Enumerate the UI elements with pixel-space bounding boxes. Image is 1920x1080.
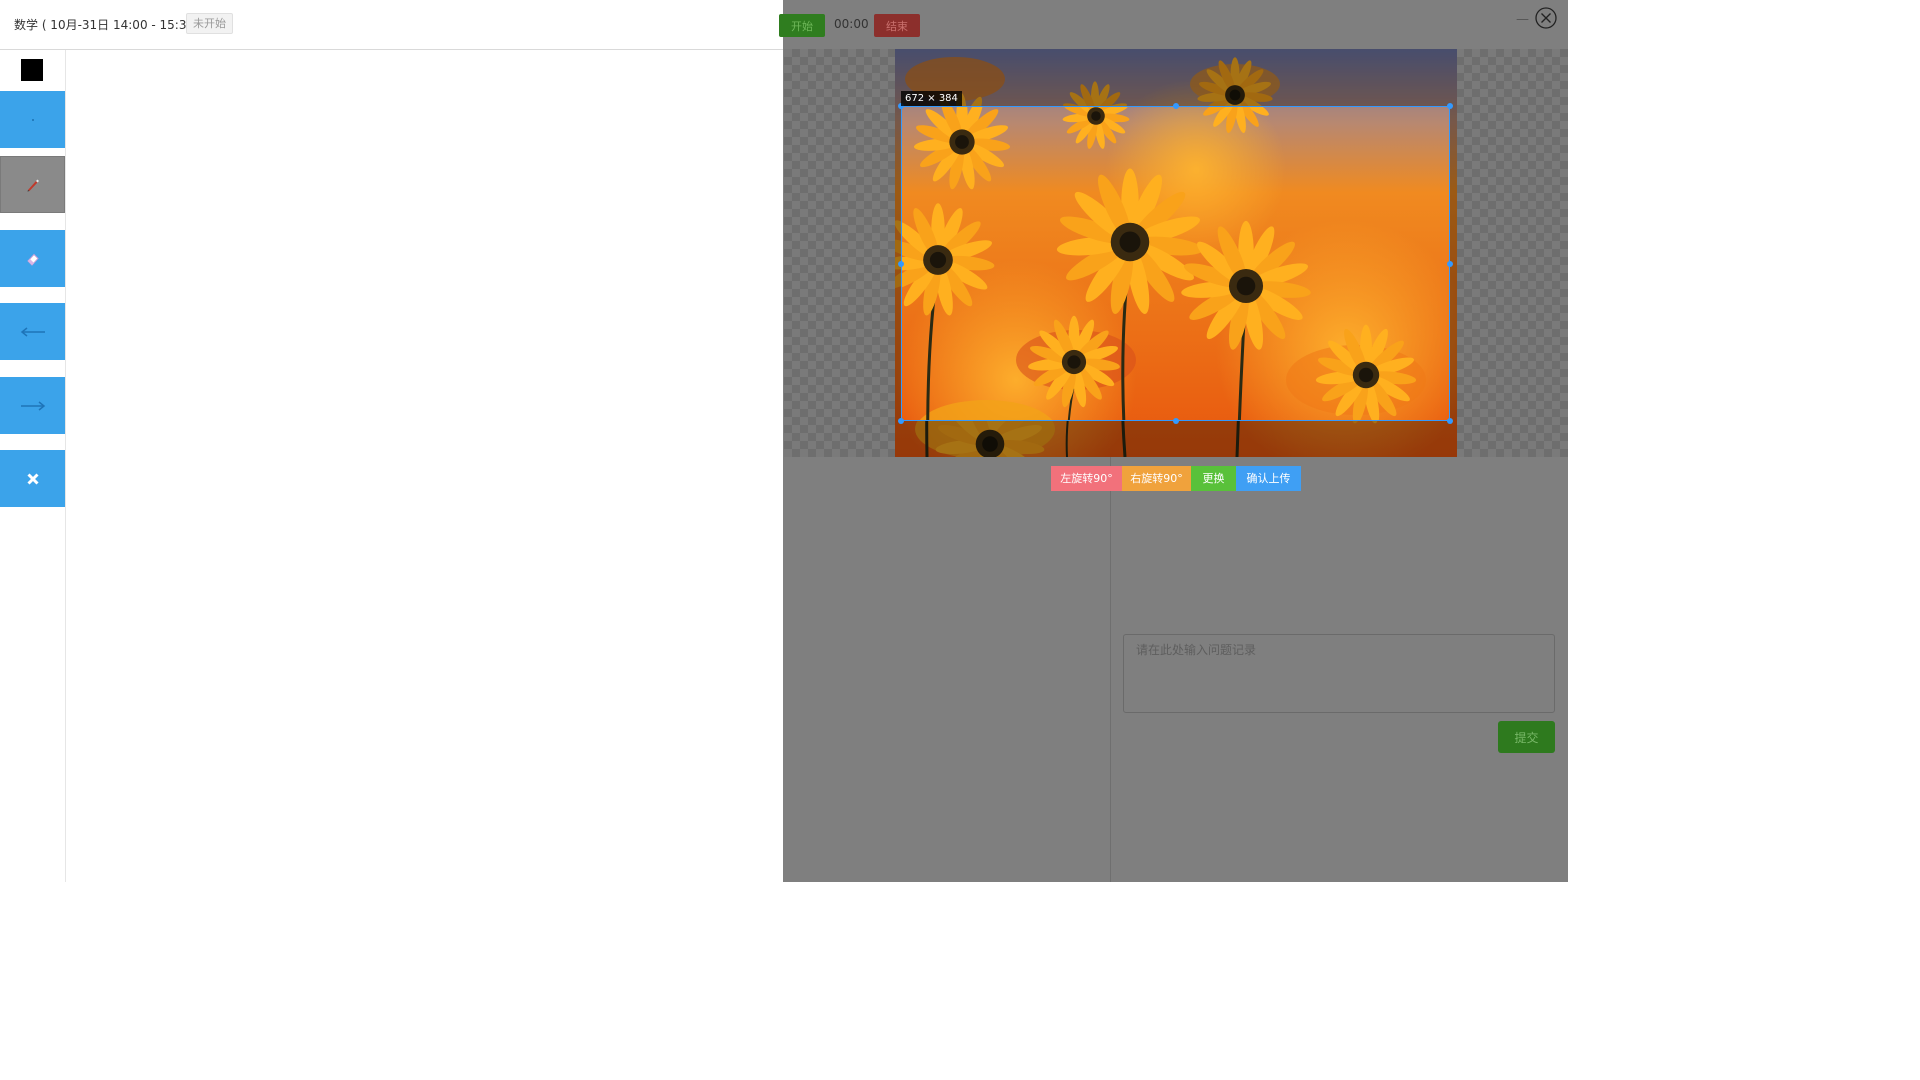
minimize-icon[interactable]: — [1516, 12, 1529, 27]
redo-tool-button[interactable] [0, 377, 65, 434]
crop-size-label: 672 × 384 [901, 91, 962, 106]
arrow-right-icon [20, 400, 45, 411]
timer-display: 00:00 [834, 17, 869, 31]
end-button[interactable]: 结束 [874, 14, 920, 37]
close-icon [26, 472, 39, 485]
pen-icon [27, 179, 39, 191]
color-picker-swatch[interactable] [21, 59, 43, 81]
eraser-tool-button[interactable] [0, 230, 65, 287]
submit-button[interactable]: 提交 [1498, 721, 1555, 753]
replace-image-button[interactable]: 更换 [1191, 466, 1236, 491]
crop-selection-box[interactable] [901, 106, 1450, 421]
drawing-toolbar [0, 50, 66, 882]
question-note-input[interactable] [1123, 634, 1555, 713]
start-button[interactable]: 开始 [779, 14, 825, 37]
close-icon[interactable] [1535, 7, 1557, 29]
status-badge: 未开始 [186, 13, 233, 34]
crop-handle-sw[interactable] [898, 418, 904, 424]
confirm-upload-button[interactable]: 确认上传 [1236, 466, 1301, 491]
crop-handle-w[interactable] [898, 261, 904, 267]
eraser-icon [26, 253, 39, 266]
rotate-left-button[interactable]: 左旋转90° [1051, 466, 1122, 491]
undo-tool-button[interactable] [0, 303, 65, 360]
crop-handle-se[interactable] [1447, 418, 1453, 424]
dot-icon [31, 118, 34, 121]
crop-handle-e[interactable] [1447, 261, 1453, 267]
left-header: 数学 ( 10月-31日 14:00 - 15:30 ) 未开始 [0, 0, 783, 50]
drawing-canvas[interactable] [66, 50, 783, 882]
dot-tool-button[interactable] [0, 91, 65, 148]
arrow-left-icon [20, 326, 45, 337]
crop-handle-n[interactable] [1173, 103, 1179, 109]
pen-tool-button[interactable] [0, 156, 65, 213]
rotate-right-button[interactable]: 右旋转90° [1122, 466, 1191, 491]
course-title: 数学 ( 10月-31日 14:00 - 15:30 ) [14, 18, 203, 32]
panel-divider [1110, 457, 1111, 882]
clear-tool-button[interactable] [0, 450, 65, 507]
crop-handle-ne[interactable] [1447, 103, 1453, 109]
crop-handle-s[interactable] [1173, 418, 1179, 424]
